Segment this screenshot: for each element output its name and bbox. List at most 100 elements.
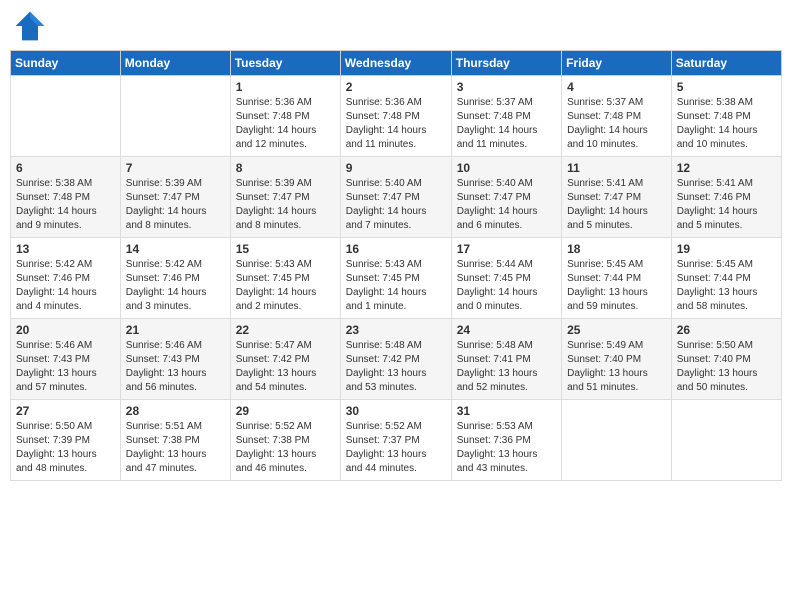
weekday-header-saturday: Saturday (671, 51, 781, 76)
calendar-cell: 23Sunrise: 5:48 AM Sunset: 7:42 PM Dayli… (340, 319, 451, 400)
day-number: 29 (236, 404, 335, 418)
calendar-cell: 2 Sunrise: 5:36 AM Sunset: 7:48 PM Daylig… (340, 76, 451, 157)
day-number: 1 (236, 80, 335, 94)
day-number: 2 (346, 80, 446, 94)
day-info: Sunrise: 5:40 AM Sunset: 7:47 PM Dayligh… (346, 177, 446, 233)
calendar-week-5: 27 Sunrise: 5:50 AM Sunset: 7:39 PM Dayli… (11, 400, 782, 481)
day-number: 11 (567, 161, 666, 175)
day-info: Sunrise: 5:43 AM Sunset: 7:45 PM Dayligh… (236, 258, 335, 314)
day-number: 19 (677, 242, 776, 256)
day-info: Sunrise: 5:50 AM Sunset: 7:39 PM Dayligh… (16, 420, 115, 476)
day-number: 25 (567, 323, 666, 337)
day-number: 28 (126, 404, 225, 418)
logo (14, 10, 50, 42)
calendar-cell: 24 Sunrise: 5:48 AM Sunset: 7:41 PM Dayli… (451, 319, 561, 400)
calendar-week-2: 6 Sunrise: 5:38 AM Sunset: 7:48 PM Daylig… (11, 157, 782, 238)
day-number: 20 (16, 323, 115, 337)
day-info: Sunrise: 5:41 AM Sunset: 7:46 PM Dayligh… (677, 177, 776, 233)
weekday-header-sunday: Sunday (11, 51, 121, 76)
day-info: Sunrise: 5:38 AM Sunset: 7:48 PM Dayligh… (16, 177, 115, 233)
day-number: 22 (236, 323, 335, 337)
day-info: Sunrise: 5:37 AM Sunset: 7:48 PM Dayligh… (457, 96, 556, 152)
day-info: Sunrise: 5:39 AM Sunset: 7:47 PM Dayligh… (236, 177, 335, 233)
day-info: Sunrise: 5:38 AM Sunset: 7:48 PM Dayligh… (677, 96, 776, 152)
calendar-cell: 31 Sunrise: 5:53 AM Sunset: 7:36 PM Dayli… (451, 400, 561, 481)
calendar-cell: 19Sunrise: 5:45 AM Sunset: 7:44 PM Dayli… (671, 238, 781, 319)
day-number: 30 (346, 404, 446, 418)
weekday-header-tuesday: Tuesday (230, 51, 340, 76)
weekday-header-thursday: Thursday (451, 51, 561, 76)
day-info: Sunrise: 5:47 AM Sunset: 7:42 PM Dayligh… (236, 339, 335, 395)
day-info: Sunrise: 5:48 AM Sunset: 7:41 PM Dayligh… (457, 339, 556, 395)
calendar-cell: 15Sunrise: 5:43 AM Sunset: 7:45 PM Dayli… (230, 238, 340, 319)
calendar-week-3: 13 Sunrise: 5:42 AM Sunset: 7:46 PM Dayli… (11, 238, 782, 319)
calendar-cell (11, 76, 121, 157)
day-number: 12 (677, 161, 776, 175)
page-header (10, 10, 782, 42)
day-number: 13 (16, 242, 115, 256)
calendar-cell: 7 Sunrise: 5:39 AM Sunset: 7:47 PM Daylig… (120, 157, 230, 238)
calendar-cell: 4Sunrise: 5:37 AM Sunset: 7:48 PM Daylig… (562, 76, 672, 157)
day-number: 6 (16, 161, 115, 175)
weekday-header-friday: Friday (562, 51, 672, 76)
calendar-cell: 11 Sunrise: 5:41 AM Sunset: 7:47 PM Dayli… (562, 157, 672, 238)
day-info: Sunrise: 5:46 AM Sunset: 7:43 PM Dayligh… (126, 339, 225, 395)
day-number: 14 (126, 242, 225, 256)
calendar-cell: 9 Sunrise: 5:40 AM Sunset: 7:47 PM Daylig… (340, 157, 451, 238)
day-number: 4 (567, 80, 666, 94)
day-number: 27 (16, 404, 115, 418)
calendar-cell: 21 Sunrise: 5:46 AM Sunset: 7:43 PM Dayli… (120, 319, 230, 400)
day-info: Sunrise: 5:39 AM Sunset: 7:47 PM Dayligh… (126, 177, 225, 233)
calendar-cell: 16 Sunrise: 5:43 AM Sunset: 7:45 PM Dayli… (340, 238, 451, 319)
day-info: Sunrise: 5:43 AM Sunset: 7:45 PM Dayligh… (346, 258, 446, 314)
day-info: Sunrise: 5:44 AM Sunset: 7:45 PM Dayligh… (457, 258, 556, 314)
weekday-header-monday: Monday (120, 51, 230, 76)
day-info: Sunrise: 5:42 AM Sunset: 7:46 PM Dayligh… (16, 258, 115, 314)
day-number: 23 (346, 323, 446, 337)
calendar-week-4: 20 Sunrise: 5:46 AM Sunset: 7:43 PM Dayli… (11, 319, 782, 400)
day-number: 10 (457, 161, 556, 175)
day-number: 24 (457, 323, 556, 337)
day-info: Sunrise: 5:51 AM Sunset: 7:38 PM Dayligh… (126, 420, 225, 476)
day-number: 21 (126, 323, 225, 337)
day-number: 9 (346, 161, 446, 175)
day-number: 31 (457, 404, 556, 418)
calendar-cell (120, 76, 230, 157)
calendar-cell: 27 Sunrise: 5:50 AM Sunset: 7:39 PM Dayli… (11, 400, 121, 481)
day-number: 7 (126, 161, 225, 175)
calendar-cell: 3 Sunrise: 5:37 AM Sunset: 7:48 PM Daylig… (451, 76, 561, 157)
calendar-cell: 1 Sunrise: 5:36 AM Sunset: 7:48 PM Daylig… (230, 76, 340, 157)
calendar-cell: 18 Sunrise: 5:45 AM Sunset: 7:44 PM Dayli… (562, 238, 672, 319)
day-info: Sunrise: 5:36 AM Sunset: 7:48 PM Dayligh… (236, 96, 335, 152)
day-number: 16 (346, 242, 446, 256)
day-info: Sunrise: 5:42 AM Sunset: 7:46 PM Dayligh… (126, 258, 225, 314)
day-number: 5 (677, 80, 776, 94)
calendar-cell (562, 400, 672, 481)
calendar-week-1: 1 Sunrise: 5:36 AM Sunset: 7:48 PM Daylig… (11, 76, 782, 157)
calendar-cell: 12 Sunrise: 5:41 AM Sunset: 7:46 PM Dayli… (671, 157, 781, 238)
calendar-cell (671, 400, 781, 481)
day-number: 8 (236, 161, 335, 175)
calendar-cell: 17Sunrise: 5:44 AM Sunset: 7:45 PM Dayli… (451, 238, 561, 319)
day-info: Sunrise: 5:36 AM Sunset: 7:48 PM Dayligh… (346, 96, 446, 152)
day-number: 18 (567, 242, 666, 256)
day-info: Sunrise: 5:52 AM Sunset: 7:37 PM Dayligh… (346, 420, 446, 476)
day-number: 3 (457, 80, 556, 94)
day-info: Sunrise: 5:53 AM Sunset: 7:36 PM Dayligh… (457, 420, 556, 476)
calendar-cell: 29 Sunrise: 5:52 AM Sunset: 7:38 PM Dayli… (230, 400, 340, 481)
calendar-cell: 20 Sunrise: 5:46 AM Sunset: 7:43 PM Dayli… (11, 319, 121, 400)
day-info: Sunrise: 5:45 AM Sunset: 7:44 PM Dayligh… (567, 258, 666, 314)
calendar-cell: 22 Sunrise: 5:47 AM Sunset: 7:42 PM Dayli… (230, 319, 340, 400)
day-info: Sunrise: 5:50 AM Sunset: 7:40 PM Dayligh… (677, 339, 776, 395)
day-info: Sunrise: 5:52 AM Sunset: 7:38 PM Dayligh… (236, 420, 335, 476)
calendar-cell: 8 Sunrise: 5:39 AM Sunset: 7:47 PM Daylig… (230, 157, 340, 238)
day-info: Sunrise: 5:41 AM Sunset: 7:47 PM Dayligh… (567, 177, 666, 233)
day-info: Sunrise: 5:46 AM Sunset: 7:43 PM Dayligh… (16, 339, 115, 395)
calendar-cell: 30 Sunrise: 5:52 AM Sunset: 7:37 PM Dayli… (340, 400, 451, 481)
calendar-cell: 26 Sunrise: 5:50 AM Sunset: 7:40 PM Dayli… (671, 319, 781, 400)
day-number: 26 (677, 323, 776, 337)
calendar-cell: 10Sunrise: 5:40 AM Sunset: 7:47 PM Dayli… (451, 157, 561, 238)
calendar-cell: 6 Sunrise: 5:38 AM Sunset: 7:48 PM Daylig… (11, 157, 121, 238)
calendar-cell: 14 Sunrise: 5:42 AM Sunset: 7:46 PM Dayli… (120, 238, 230, 319)
calendar-cell: 13 Sunrise: 5:42 AM Sunset: 7:46 PM Dayli… (11, 238, 121, 319)
